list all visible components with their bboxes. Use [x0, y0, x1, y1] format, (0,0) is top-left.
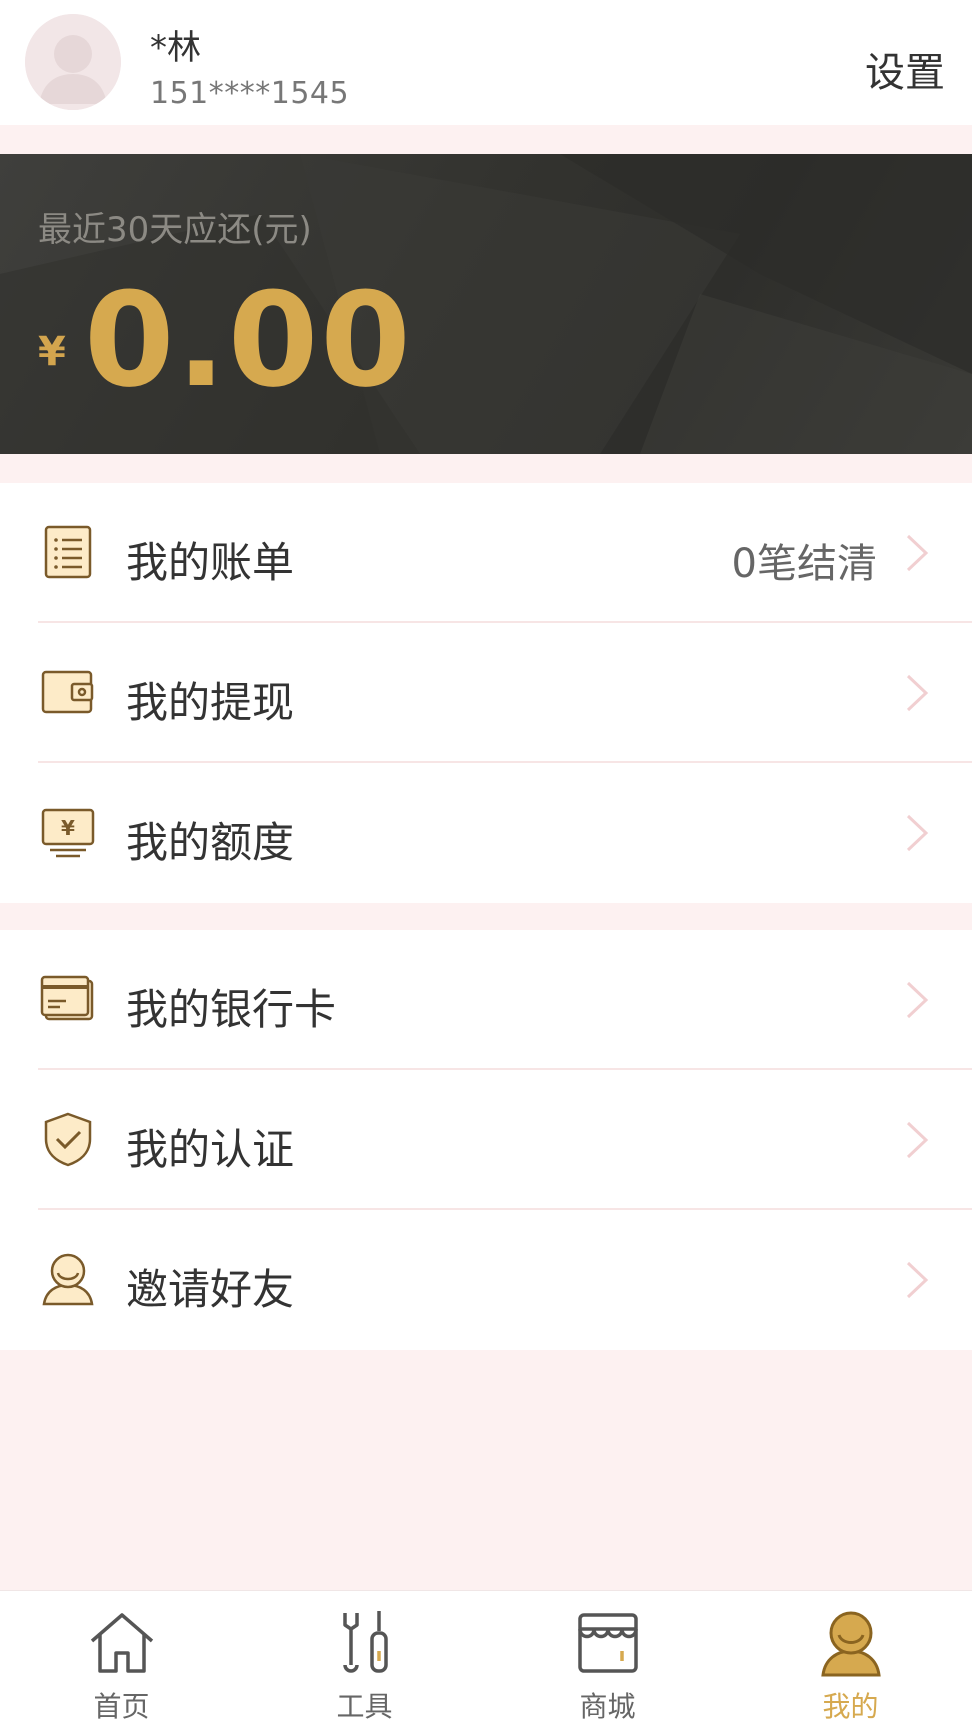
bank-card-icon: [40, 975, 94, 1021]
chevron-right-icon: [906, 534, 929, 572]
tab-label: 首页: [93, 1690, 150, 1723]
username: *林: [150, 28, 201, 68]
chevron-right-icon: [906, 1261, 929, 1299]
tab-label: 我的: [822, 1690, 879, 1723]
bills-status: 0笔结清: [731, 541, 877, 587]
menu-group-account: 我的账单 0笔结清 我的提现 ¥ 我的额度: [0, 483, 972, 903]
chevron-right-icon: [906, 1121, 929, 1159]
tab-tools[interactable]: 工具: [243, 1591, 486, 1728]
wallet-icon: [41, 670, 94, 714]
menu-item-label: 我的认证: [126, 1125, 295, 1174]
menu-item-label: 我的额度: [126, 818, 295, 867]
bottom-tab-bar: 首页 工具 商城 我的: [0, 1590, 972, 1728]
profile-page: *林 151****1545 设置 最近30天应还(元) ¥ 0.00 我的账单…: [0, 0, 972, 1728]
profile-header: *林 151****1545 设置: [0, 0, 972, 125]
phone-number: 151****1545: [150, 76, 350, 111]
tab-label: 工具: [336, 1690, 393, 1723]
menu-item-credit-limit[interactable]: ¥ 我的额度: [0, 763, 972, 902]
chevron-right-icon: [906, 674, 929, 712]
menu-group-services: 我的银行卡 我的认证 邀请好友: [0, 930, 972, 1350]
home-icon: [90, 1613, 154, 1673]
repay-card: 最近30天应还(元) ¥ 0.00: [0, 154, 972, 454]
repay-label: 最近30天应还(元): [38, 210, 312, 250]
menu-item-bank-card[interactable]: 我的银行卡: [0, 930, 972, 1069]
tab-store[interactable]: 商城: [486, 1591, 729, 1728]
repay-amount: 0.00: [84, 264, 413, 416]
profile-icon: [821, 1611, 881, 1677]
bill-icon: [44, 525, 92, 579]
tab-profile[interactable]: 我的: [729, 1591, 972, 1728]
currency-symbol: ¥: [38, 329, 66, 375]
menu-item-withdraw[interactable]: 我的提现: [0, 623, 972, 762]
chevron-right-icon: [906, 814, 929, 852]
store-icon: [578, 1613, 638, 1673]
menu-item-invite-friends[interactable]: 邀请好友: [0, 1210, 972, 1349]
chevron-right-icon: [906, 981, 929, 1019]
menu-item-label: 我的账单: [126, 538, 295, 587]
menu-item-label: 我的银行卡: [126, 985, 337, 1034]
default-avatar-icon: [25, 14, 121, 110]
svg-text:¥: ¥: [61, 816, 75, 840]
invite-user-icon: [42, 1253, 94, 1306]
settings-button[interactable]: 设置: [865, 40, 945, 98]
menu-item-verification[interactable]: 我的认证: [0, 1070, 972, 1209]
menu-item-label: 我的提现: [126, 678, 295, 727]
avatar[interactable]: [25, 14, 121, 110]
menu-item-label: 邀请好友: [126, 1265, 295, 1314]
menu-item-bills[interactable]: 我的账单 0笔结清: [0, 483, 972, 622]
tab-home[interactable]: 首页: [0, 1591, 243, 1728]
tab-label: 商城: [579, 1690, 636, 1723]
tools-icon: [343, 1611, 388, 1673]
shield-check-icon: [44, 1112, 92, 1167]
credit-limit-icon: ¥: [41, 808, 95, 858]
